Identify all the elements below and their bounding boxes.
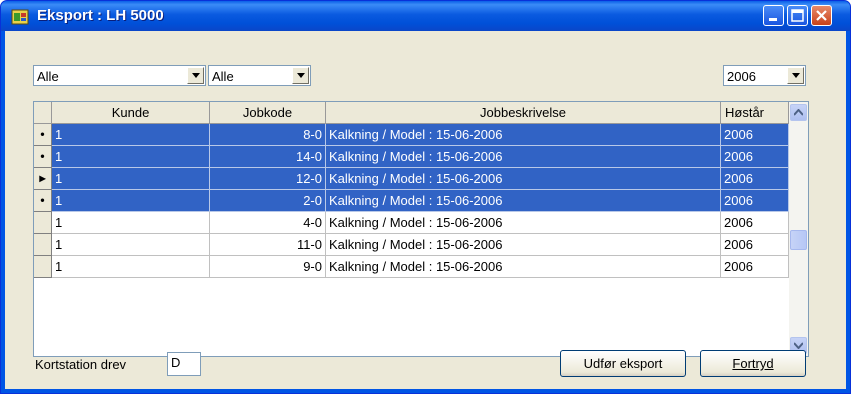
filter-1-value: Alle <box>37 69 59 84</box>
column-header-jobkode[interactable]: Jobkode <box>210 102 326 124</box>
cell-hoestaar[interactable]: 2006 <box>721 124 789 146</box>
chevron-down-icon <box>192 73 200 78</box>
export-button[interactable]: Udfør eksport <box>560 350 686 377</box>
cell-hoestaar[interactable]: 2006 <box>721 212 789 234</box>
column-header-jobbeskrivelse[interactable]: Jobbeskrivelse <box>326 102 721 124</box>
app-icon <box>11 9 29 25</box>
year-arrow[interactable] <box>787 67 804 84</box>
maximize-button[interactable] <box>787 5 808 26</box>
chevron-down-icon <box>297 73 305 78</box>
table-row[interactable]: • 1 8-0 Kalkning / Model : 15-06-2006 2006 <box>34 124 789 146</box>
table-row[interactable]: • 1 14-0 Kalkning / Model : 15-06-2006 2006 <box>34 146 789 168</box>
year-value: 2006 <box>727 69 756 84</box>
filter-1-dropdown[interactable]: Alle <box>33 65 206 86</box>
cell-jobkode[interactable]: 14-0 <box>210 146 326 168</box>
table-row[interactable]: 1 11-0 Kalkning / Model : 15-06-2006 2006 <box>34 234 789 256</box>
cell-jobbeskrivelse[interactable]: Kalkning / Model : 15-06-2006 <box>326 124 721 146</box>
cell-hoestaar[interactable]: 2006 <box>721 234 789 256</box>
cell-jobbeskrivelse[interactable]: Kalkning / Model : 15-06-2006 <box>326 256 721 278</box>
table-row[interactable]: 1 9-0 Kalkning / Model : 15-06-2006 2006 <box>34 256 789 278</box>
chevron-down-icon <box>794 342 803 349</box>
row-indicator[interactable] <box>34 234 52 256</box>
filter-2-arrow[interactable] <box>292 67 309 84</box>
cancel-button[interactable]: Fortryd <box>700 350 806 377</box>
row-indicator[interactable]: • <box>34 146 52 168</box>
row-indicator[interactable] <box>34 256 52 278</box>
close-button[interactable] <box>811 5 832 26</box>
cell-kunde[interactable]: 1 <box>52 212 210 234</box>
scrollbar-thumb[interactable] <box>790 230 807 250</box>
cell-jobkode[interactable]: 8-0 <box>210 124 326 146</box>
table-row[interactable]: • 1 2-0 Kalkning / Model : 15-06-2006 2006 <box>34 190 789 212</box>
cell-hoestaar[interactable]: 2006 <box>721 146 789 168</box>
maximize-icon <box>791 9 804 22</box>
chevron-down-icon <box>792 73 800 78</box>
cell-jobbeskrivelse[interactable]: Kalkning / Model : 15-06-2006 <box>326 234 721 256</box>
cell-jobkode[interactable]: 4-0 <box>210 212 326 234</box>
close-icon <box>816 10 827 21</box>
row-indicator[interactable]: • <box>34 124 52 146</box>
cell-hoestaar[interactable]: 2006 <box>721 256 789 278</box>
row-header-corner <box>34 102 52 124</box>
drive-input[interactable]: D <box>167 352 201 376</box>
export-window: Eksport : LH 5000 Alle Alle 2006 Kunde J… <box>0 0 851 394</box>
row-indicator[interactable] <box>34 212 52 234</box>
cell-kunde[interactable]: 1 <box>52 190 210 212</box>
cell-kunde[interactable]: 1 <box>52 124 210 146</box>
scroll-up-button[interactable] <box>790 104 807 121</box>
title-bar[interactable]: Eksport : LH 5000 <box>1 1 850 31</box>
cell-kunde[interactable]: 1 <box>52 256 210 278</box>
minimize-icon <box>769 18 777 21</box>
cell-hoestaar[interactable]: 2006 <box>721 190 789 212</box>
table-row[interactable]: ▸ 1 12-0 Kalkning / Model : 15-06-2006 2006 <box>34 168 789 190</box>
column-header-hoestaar[interactable]: Høstår <box>721 102 789 124</box>
cell-jobbeskrivelse[interactable]: Kalkning / Model : 15-06-2006 <box>326 146 721 168</box>
cancel-button-label: Fortryd <box>732 356 774 371</box>
chevron-up-icon <box>794 109 803 116</box>
window-client-area: Alle Alle 2006 Kunde Jobkode Jobbeskrive… <box>5 31 846 389</box>
filter-2-dropdown[interactable]: Alle <box>208 65 311 86</box>
cell-jobbeskrivelse[interactable]: Kalkning / Model : 15-06-2006 <box>326 190 721 212</box>
vertical-scrollbar[interactable] <box>789 102 808 356</box>
cell-hoestaar[interactable]: 2006 <box>721 168 789 190</box>
cell-jobkode[interactable]: 12-0 <box>210 168 326 190</box>
cell-kunde[interactable]: 1 <box>52 168 210 190</box>
drive-label: Kortstation drev <box>35 357 127 372</box>
cell-jobkode[interactable]: 2-0 <box>210 190 326 212</box>
cell-jobbeskrivelse[interactable]: Kalkning / Model : 15-06-2006 <box>326 168 721 190</box>
cell-jobkode[interactable]: 9-0 <box>210 256 326 278</box>
row-indicator[interactable]: • <box>34 190 52 212</box>
cell-kunde[interactable]: 1 <box>52 234 210 256</box>
year-dropdown[interactable]: 2006 <box>723 65 806 86</box>
cell-jobkode[interactable]: 11-0 <box>210 234 326 256</box>
window-title: Eksport : LH 5000 <box>37 7 164 24</box>
jobs-grid[interactable]: Kunde Jobkode Jobbeskrivelse Høstår • 1 8-… <box>33 101 809 357</box>
minimize-button[interactable] <box>763 5 784 26</box>
cell-kunde[interactable]: 1 <box>52 146 210 168</box>
filter-1-arrow[interactable] <box>187 67 204 84</box>
column-header-kunde[interactable]: Kunde <box>52 102 210 124</box>
row-indicator[interactable]: ▸ <box>34 168 52 190</box>
table-row[interactable]: 1 4-0 Kalkning / Model : 15-06-2006 2006 <box>34 212 789 234</box>
cell-jobbeskrivelse[interactable]: Kalkning / Model : 15-06-2006 <box>326 212 721 234</box>
filter-2-value: Alle <box>212 69 234 84</box>
